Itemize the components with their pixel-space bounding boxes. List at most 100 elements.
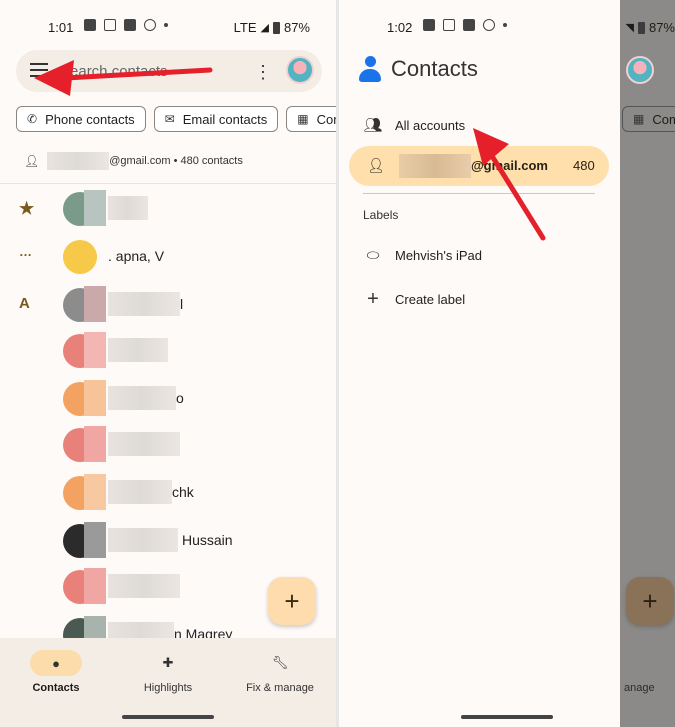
- contact-avatar: [63, 240, 97, 274]
- more-vert-icon[interactable]: ⋮: [254, 62, 272, 83]
- list-item[interactable]: ★: [0, 186, 336, 232]
- status-right: LTE ◢ 87%: [234, 20, 310, 35]
- pixelated-block: [84, 474, 106, 510]
- profile-avatar[interactable]: [286, 56, 314, 84]
- chip-label: Email contacts: [182, 111, 268, 127]
- pixelated-block: [84, 190, 106, 226]
- dot-icon: [503, 23, 507, 27]
- section-letter: A: [19, 295, 30, 312]
- wifi-icon: ◥: [625, 22, 634, 34]
- chip-company[interactable]: ▦ Com: [286, 106, 336, 132]
- chip-email-contacts[interactable]: ✉ Email contacts: [153, 106, 279, 132]
- add-contact-button[interactable]: +: [268, 577, 316, 625]
- building-icon: ▦: [633, 112, 645, 126]
- label-icon: ⬭: [366, 247, 380, 264]
- list-item[interactable]: chk: [0, 470, 336, 516]
- redacted-name: [108, 574, 180, 598]
- account-summary[interactable]: 👤︎ @gmail.com • 480 contacts: [24, 152, 243, 170]
- chip-phone-contacts[interactable]: ✆ Phone contacts: [16, 106, 146, 132]
- redacted-email: [47, 152, 110, 170]
- nav-label: Contacts: [32, 682, 80, 694]
- more-icon: …: [19, 244, 32, 259]
- status-bar-right: ◥ 87%: [620, 0, 675, 52]
- contact-name: n Magrey: [174, 626, 233, 638]
- pixelated-block: [84, 426, 106, 462]
- nav-highlights[interactable]: ✚ Highlights: [118, 650, 218, 694]
- person-icon: 👤︎: [367, 157, 385, 173]
- account-email: @gmail.com • 480 contacts: [109, 155, 243, 167]
- nav-fix-manage[interactable]: 🔧︎ Fix & manage: [230, 650, 330, 694]
- mail-icon: ✉: [164, 112, 175, 126]
- notification-icon: [84, 19, 96, 31]
- person-icon: ●: [30, 650, 82, 676]
- home-indicator: [122, 715, 214, 719]
- battery-label: 87%: [648, 20, 675, 35]
- divider: [0, 183, 336, 184]
- pixelated-block: [84, 616, 106, 638]
- chip-label: Com: [652, 111, 675, 127]
- redacted-name: [108, 622, 174, 638]
- filter-chips: ✆ Phone contacts ✉ Email contacts ▦ Com: [16, 106, 336, 132]
- list-item[interactable]: [0, 328, 336, 374]
- settings-icon: [144, 19, 156, 31]
- wrench-icon: 🔧︎: [271, 655, 289, 670]
- create-label-item[interactable]: + Create label: [363, 288, 465, 311]
- plus-icon: +: [367, 288, 379, 310]
- chip-company: ▦ Com: [622, 106, 675, 132]
- profile-avatar: [626, 56, 654, 84]
- redacted-name: [108, 292, 180, 316]
- notification-icon: [423, 19, 435, 31]
- pixelated-block: [84, 380, 106, 416]
- labels-header: Labels: [363, 208, 399, 222]
- square-icon: [463, 19, 475, 31]
- network-label: LTE: [233, 20, 257, 35]
- all-accounts-label: All accounts: [395, 117, 466, 133]
- redacted-name: [108, 338, 168, 362]
- right-screen: 1:02 Contacts 👥︎ All accounts 👤︎ @gmail.…: [339, 0, 675, 727]
- list-item[interactable]: A l: [0, 282, 336, 328]
- chip-label: Phone contacts: [45, 111, 135, 127]
- redacted-name: [108, 528, 178, 552]
- contact-name: o: [176, 390, 184, 406]
- status-time: 1:01: [48, 20, 74, 35]
- redacted-email: [399, 154, 471, 178]
- dot-icon: [164, 23, 168, 27]
- building-icon: ▦: [297, 112, 309, 126]
- contacts-logo-icon: [359, 56, 381, 82]
- nav-contacts[interactable]: ● Contacts: [6, 650, 106, 694]
- nav-label: Highlights: [143, 682, 193, 694]
- notification-icons: [423, 19, 507, 31]
- add-contact-button: +: [626, 577, 674, 625]
- all-accounts-item[interactable]: 👥︎ All accounts: [363, 116, 465, 134]
- nav-label: anage: [624, 682, 655, 694]
- redacted-name: [108, 432, 180, 456]
- signal-icon: ◢: [260, 22, 269, 34]
- star-icon: ★: [19, 199, 35, 218]
- list-item[interactable]: [0, 422, 336, 468]
- create-label-text: Create label: [395, 292, 466, 307]
- people-icon: 👥︎: [363, 117, 383, 134]
- mail-icon: [443, 19, 455, 31]
- phone-icon: ✆: [27, 112, 38, 126]
- annotation-arrow-left: [34, 60, 213, 96]
- label-item[interactable]: ⬭ Mehvish's iPad: [363, 247, 482, 264]
- redacted-name: [108, 386, 176, 410]
- list-item[interactable]: Hussain: [0, 518, 336, 564]
- notification-icons: [84, 19, 168, 31]
- square-icon: [124, 19, 136, 31]
- mail-icon: [104, 19, 116, 31]
- status-bar: 1:01 LTE ◢ 87%: [0, 0, 336, 52]
- pixelated-block: [84, 522, 106, 558]
- navigation-drawer: 1:02 Contacts 👥︎ All accounts 👤︎ @gmail.…: [339, 0, 620, 727]
- label-name: Mehvish's iPad: [395, 248, 483, 263]
- status-time: 1:02: [387, 20, 413, 35]
- redacted-name: [108, 480, 172, 504]
- list-item[interactable]: o: [0, 376, 336, 422]
- contact-name: chk: [172, 484, 194, 500]
- scrim-overlay[interactable]: ◥ 87% ▦ Com + anage: [620, 0, 675, 727]
- pixelated-block: [84, 568, 106, 604]
- list-item[interactable]: … . apna, V: [0, 234, 336, 280]
- drawer-title: Contacts: [391, 56, 478, 81]
- home-indicator: [461, 715, 553, 719]
- contact-name: . apna, V: [108, 248, 165, 264]
